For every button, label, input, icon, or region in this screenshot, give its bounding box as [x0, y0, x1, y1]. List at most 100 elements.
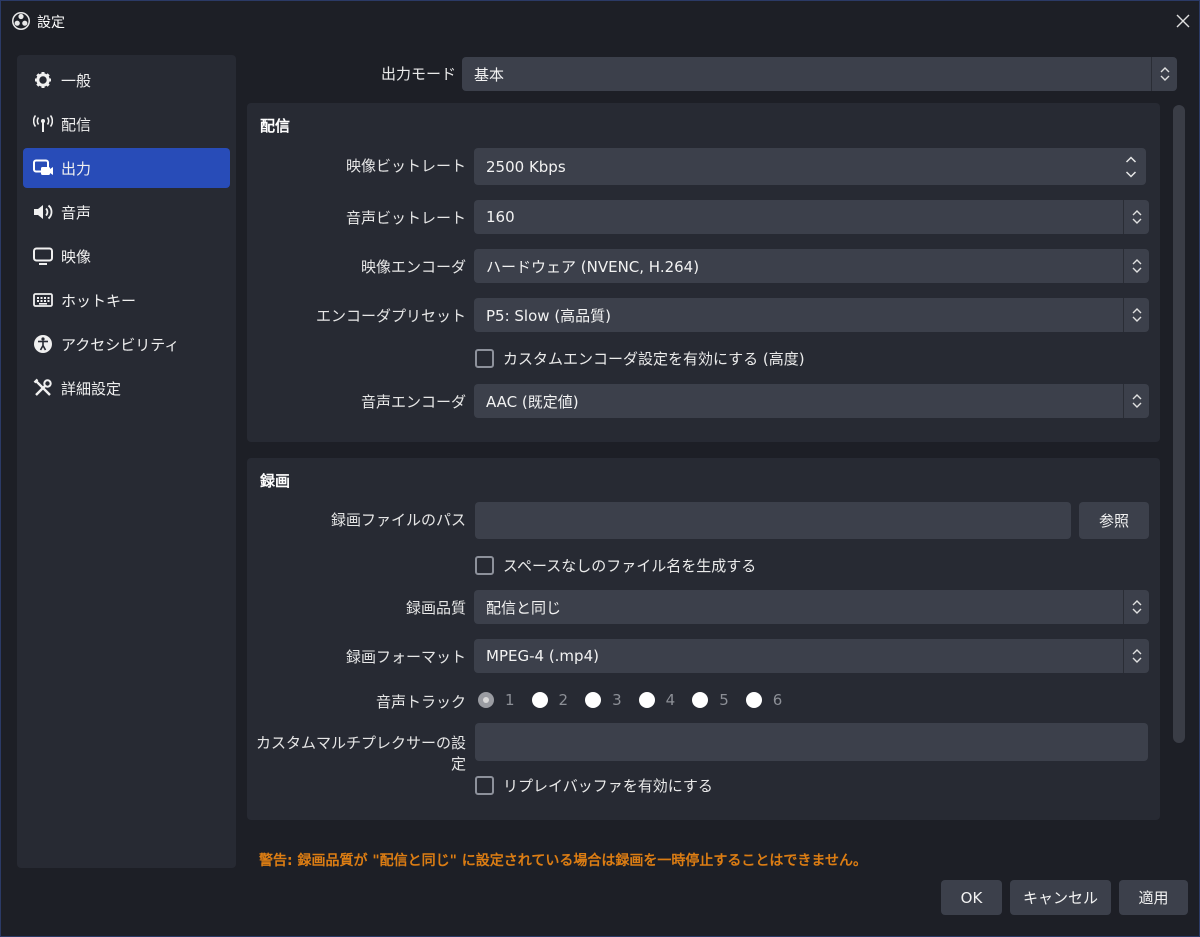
updown-arrow-icon [1151, 57, 1177, 91]
audio-track-number: 5 [719, 691, 729, 709]
updown-arrow-icon [1123, 639, 1149, 673]
custom-encoder-checkbox[interactable] [475, 349, 494, 368]
replay-buffer-checkbox[interactable] [475, 776, 494, 795]
audio-bitrate-label: 音声ビットレート [345, 209, 466, 227]
sidebar-item-audio[interactable]: 音声 [23, 192, 230, 232]
ok-button[interactable]: OK [941, 880, 1002, 915]
audio-track-number: 2 [558, 691, 569, 709]
video-bitrate-value: 2500 Kbps [486, 157, 566, 176]
sidebar-item-label: アクセシビリティ [61, 335, 180, 354]
audio-track-radio[interactable] [638, 692, 655, 708]
audio-track-option-6[interactable]: 6 [745, 691, 783, 709]
window-title: 設定 [37, 15, 65, 31]
sidebar-item-general[interactable]: 一般 [23, 60, 230, 100]
audio-track-label: 音声トラック [375, 693, 466, 711]
sidebar-item-advanced[interactable]: 詳細設定 [23, 368, 230, 408]
replay-buffer-checkbox-label: リプレイバッファを有効にする [503, 777, 713, 795]
audio-track-option-5[interactable]: 5 [692, 691, 729, 709]
no-space-checkbox-row[interactable]: スペースなしのファイル名を生成する [475, 555, 756, 576]
updown-arrow-icon [1123, 249, 1149, 283]
streaming-group-title: 配信 [260, 117, 291, 135]
recording-format-label: 録画フォーマット [345, 648, 466, 666]
settings-window: 設定 一般 配信 出力 音声 映像 ホットキー アクセシビリティ 詳細設定 出力… [0, 0, 1200, 937]
encoder-preset-label: エンコーダプリセット [315, 307, 466, 325]
sidebar-item-label: 映像 [61, 247, 92, 266]
recording-format-select[interactable]: MPEG-4 (.mp4) [474, 639, 1149, 673]
recording-quality-value: 配信と同じ [486, 598, 562, 617]
sidebar-item-accessibility[interactable]: アクセシビリティ [23, 324, 230, 364]
speaker-icon [33, 202, 53, 222]
audio-track-number: 3 [612, 691, 622, 709]
antenna-icon [33, 114, 53, 134]
sidebar-item-label: 音声 [61, 203, 92, 222]
sidebar-item-label: 一般 [61, 71, 92, 90]
no-space-checkbox[interactable] [475, 556, 494, 575]
audio-track-option-1[interactable]: 1 [478, 691, 515, 709]
pause-warning-text: 警告: 録画品質が "配信と同じ" に設定されている場合は録画を一時停止すること… [259, 853, 867, 869]
close-icon [1176, 14, 1190, 28]
sidebar-item-label: 配信 [61, 115, 92, 134]
encoder-preset-value: P5: Slow (高品質) [486, 306, 612, 325]
sidebar-item-label: ホットキー [61, 291, 137, 310]
audio-encoder-select[interactable]: AAC (既定値) [474, 384, 1149, 418]
gear-icon [33, 70, 53, 90]
replay-buffer-checkbox-row[interactable]: リプレイバッファを有効にする [475, 775, 713, 796]
spin-arrows-icon[interactable] [1116, 148, 1146, 185]
close-button[interactable] [1171, 9, 1195, 33]
audio-track-radio[interactable] [692, 692, 709, 708]
video-encoder-value: ハードウェア (NVENC, H.264) [486, 257, 700, 276]
audio-track-radio[interactable] [585, 692, 602, 708]
audio-track-option-3[interactable]: 3 [585, 691, 622, 709]
recording-format-value: MPEG-4 (.mp4) [486, 647, 599, 665]
custom-encoder-checkbox-row[interactable]: カスタムエンコーダ設定を有効にする (高度) [475, 348, 805, 369]
muxer-settings-label: カスタムマルチプレクサーの設定 [255, 734, 466, 773]
audio-track-radio[interactable] [531, 692, 548, 708]
audio-track-radio-group: 1 2 3 4 5 6 [478, 691, 799, 709]
recording-path-label: 録画ファイルのパス [330, 511, 466, 529]
tools-icon [33, 378, 53, 398]
sidebar-item-label: 詳細設定 [61, 379, 122, 398]
obs-logo-icon [12, 12, 30, 30]
audio-track-number: 4 [665, 691, 676, 709]
audio-track-radio[interactable] [745, 692, 762, 708]
browse-button[interactable]: 参照 [1079, 502, 1149, 539]
video-encoder-select[interactable]: ハードウェア (NVENC, H.264) [474, 249, 1149, 283]
monitor-icon [33, 246, 53, 266]
recording-group-title: 録画 [260, 472, 291, 490]
content-scrollbar[interactable] [1173, 105, 1185, 743]
audio-bitrate-select[interactable]: 160 [474, 200, 1149, 234]
sidebar-item-video[interactable]: 映像 [23, 236, 230, 276]
recording-quality-label: 録画品質 [405, 599, 466, 617]
no-space-checkbox-label: スペースなしのファイル名を生成する [503, 557, 757, 575]
audio-track-option-2[interactable]: 2 [531, 691, 569, 709]
title-bar: 設定 [1, 1, 1199, 41]
encoder-preset-select[interactable]: P5: Slow (高品質) [474, 298, 1149, 332]
updown-arrow-icon [1123, 200, 1149, 234]
audio-track-radio[interactable] [478, 692, 494, 708]
muxer-settings-input[interactable] [475, 723, 1148, 761]
output-mode-value: 基本 [474, 65, 505, 84]
audio-track-option-4[interactable]: 4 [638, 691, 676, 709]
recording-path-input[interactable] [475, 502, 1071, 539]
video-bitrate-spinbox[interactable]: 2500 Kbps [474, 148, 1146, 185]
output-mode-select[interactable]: 基本 [462, 57, 1177, 91]
audio-track-number: 1 [505, 691, 515, 709]
updown-arrow-icon [1123, 384, 1149, 418]
updown-arrow-icon [1123, 298, 1149, 332]
audio-encoder-value: AAC (既定値) [486, 392, 579, 411]
updown-arrow-icon [1123, 590, 1149, 624]
settings-sidebar: 一般 配信 出力 音声 映像 ホットキー アクセシビリティ 詳細設定 [17, 55, 236, 868]
audio-bitrate-value: 160 [486, 208, 515, 226]
sidebar-item-hotkeys[interactable]: ホットキー [23, 280, 230, 320]
apply-button[interactable]: 適用 [1119, 880, 1188, 915]
keyboard-icon [33, 290, 53, 310]
sidebar-item-stream[interactable]: 配信 [23, 104, 230, 144]
sidebar-item-output[interactable]: 出力 [23, 148, 230, 188]
custom-encoder-checkbox-label: カスタムエンコーダ設定を有効にする (高度) [503, 350, 805, 368]
audio-track-number: 6 [772, 691, 783, 709]
output-icon [33, 158, 53, 178]
output-mode-label: 出力モード [380, 65, 456, 83]
video-encoder-label: 映像エンコーダ [360, 258, 466, 276]
recording-quality-select[interactable]: 配信と同じ [474, 590, 1149, 624]
cancel-button[interactable]: キャンセル [1010, 880, 1111, 915]
